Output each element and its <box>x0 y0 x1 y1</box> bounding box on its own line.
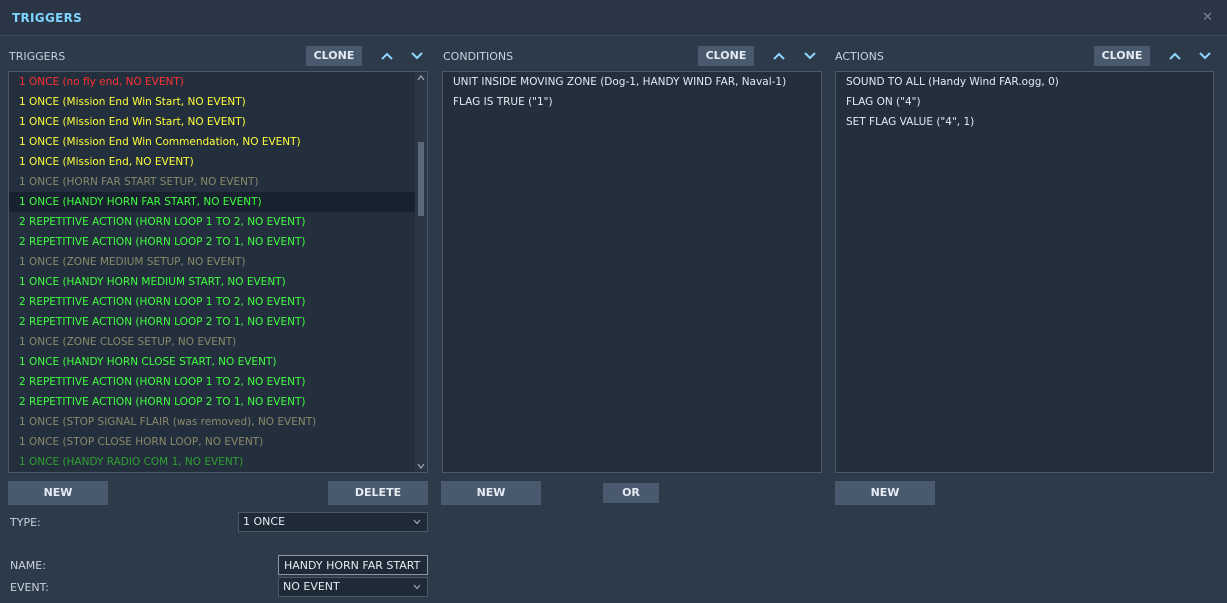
triggers-scrollbar[interactable] <box>415 72 427 472</box>
conditions-new-button[interactable]: NEW <box>441 481 541 505</box>
actions-move-down-icon[interactable] <box>1195 46 1215 66</box>
close-icon[interactable]: ✕ <box>1202 10 1213 25</box>
trigger-item[interactable]: 1 ONCE (Mission End Win Start, NO EVENT) <box>9 112 427 132</box>
conditions-move-down-icon[interactable] <box>800 46 820 66</box>
trigger-item[interactable]: 2 REPETITIVE ACTION (HORN LOOP 2 TO 1, N… <box>9 312 427 332</box>
window-title: TRIGGERS <box>12 11 83 25</box>
triggers-move-up-icon[interactable] <box>377 46 397 66</box>
trigger-item[interactable]: 2 REPETITIVE ACTION (HORN LOOP 2 TO 1, N… <box>9 232 427 252</box>
triggers-new-button[interactable]: NEW <box>8 481 108 505</box>
actions-move-up-icon[interactable] <box>1165 46 1185 66</box>
conditions-list[interactable]: UNIT INSIDE MOVING ZONE (Dog-1, HANDY WI… <box>442 71 822 473</box>
condition-item[interactable]: UNIT INSIDE MOVING ZONE (Dog-1, HANDY WI… <box>443 72 821 92</box>
conditions-move-up-icon[interactable] <box>769 46 789 66</box>
type-select-value: 1 ONCE <box>243 515 286 528</box>
title-bar: TRIGGERS ✕ <box>0 0 1227 36</box>
actions-list[interactable]: SOUND TO ALL (Handy Wind FAR.ogg, 0) FLA… <box>835 71 1214 473</box>
actions-label: ACTIONS <box>835 50 884 63</box>
conditions-clone-button[interactable]: CLONE <box>698 46 754 66</box>
trigger-item[interactable]: 2 REPETITIVE ACTION (HORN LOOP 1 TO 2, N… <box>9 372 427 392</box>
scroll-thumb[interactable] <box>418 142 424 216</box>
type-label: TYPE: <box>10 516 41 529</box>
trigger-item[interactable]: 1 ONCE (STOP CLOSE HORN LOOP, NO EVENT) <box>9 432 427 452</box>
action-item[interactable]: FLAG ON ("4") <box>836 92 1213 112</box>
trigger-item[interactable]: 1 ONCE (no fly end, NO EVENT) <box>9 72 427 92</box>
action-item[interactable]: SET FLAG VALUE ("4", 1) <box>836 112 1213 132</box>
type-select[interactable]: 1 ONCE <box>238 512 428 532</box>
trigger-item[interactable]: 1 ONCE (ZONE CLOSE SETUP, NO EVENT) <box>9 332 427 352</box>
conditions-label: CONDITIONS <box>443 50 514 63</box>
trigger-item[interactable]: 1 ONCE (Mission End Win Commendation, NO… <box>9 132 427 152</box>
trigger-item[interactable]: 1 ONCE (HORN FAR START SETUP, NO EVENT) <box>9 172 427 192</box>
trigger-item[interactable]: 1 ONCE (Mission End Win Start, NO EVENT) <box>9 92 427 112</box>
trigger-item[interactable]: 1 ONCE (HANDY RADIO COM 1, NO EVENT) <box>9 452 427 472</box>
triggers-delete-button[interactable]: DELETE <box>328 481 428 505</box>
scroll-up-icon[interactable] <box>417 74 425 82</box>
triggers-list[interactable]: 1 ONCE (no fly end, NO EVENT) 1 ONCE (Mis… <box>8 71 428 473</box>
chevron-down-icon <box>413 584 421 590</box>
trigger-item[interactable]: 2 REPETITIVE ACTION (HORN LOOP 1 TO 2, N… <box>9 292 427 312</box>
chevron-down-icon <box>413 519 421 525</box>
trigger-item[interactable]: 1 ONCE (HANDY HORN FAR START, NO EVENT) <box>9 192 427 212</box>
event-select[interactable]: NO EVENT <box>278 577 428 597</box>
name-label: NAME: <box>10 559 46 572</box>
triggers-clone-button[interactable]: CLONE <box>306 46 362 66</box>
trigger-item[interactable]: 2 REPETITIVE ACTION (HORN LOOP 1 TO 2, N… <box>9 212 427 232</box>
trigger-item[interactable]: 1 ONCE (HANDY HORN CLOSE START, NO EVENT… <box>9 352 427 372</box>
trigger-item[interactable]: 1 ONCE (ZONE MEDIUM SETUP, NO EVENT) <box>9 252 427 272</box>
actions-clone-button[interactable]: CLONE <box>1094 46 1150 66</box>
trigger-item[interactable]: 1 ONCE (Mission End, NO EVENT) <box>9 152 427 172</box>
triggers-move-down-icon[interactable] <box>407 46 427 66</box>
trigger-item[interactable]: 1 ONCE (HANDY HORN MEDIUM START, NO EVEN… <box>9 272 427 292</box>
event-label: EVENT: <box>10 581 49 594</box>
name-input[interactable] <box>278 555 428 575</box>
trigger-item[interactable]: 1 ONCE (STOP SIGNAL FLAIR (was removed),… <box>9 412 427 432</box>
scroll-down-icon[interactable] <box>417 462 425 470</box>
event-select-value: NO EVENT <box>283 580 340 593</box>
triggers-label: TRIGGERS <box>9 50 66 63</box>
action-item[interactable]: SOUND TO ALL (Handy Wind FAR.ogg, 0) <box>836 72 1213 92</box>
trigger-item[interactable]: 2 REPETITIVE ACTION (HORN LOOP 2 TO 1, N… <box>9 392 427 412</box>
condition-item[interactable]: FLAG IS TRUE ("1") <box>443 92 821 112</box>
conditions-or-button[interactable]: OR <box>603 483 659 503</box>
actions-new-button[interactable]: NEW <box>835 481 935 505</box>
